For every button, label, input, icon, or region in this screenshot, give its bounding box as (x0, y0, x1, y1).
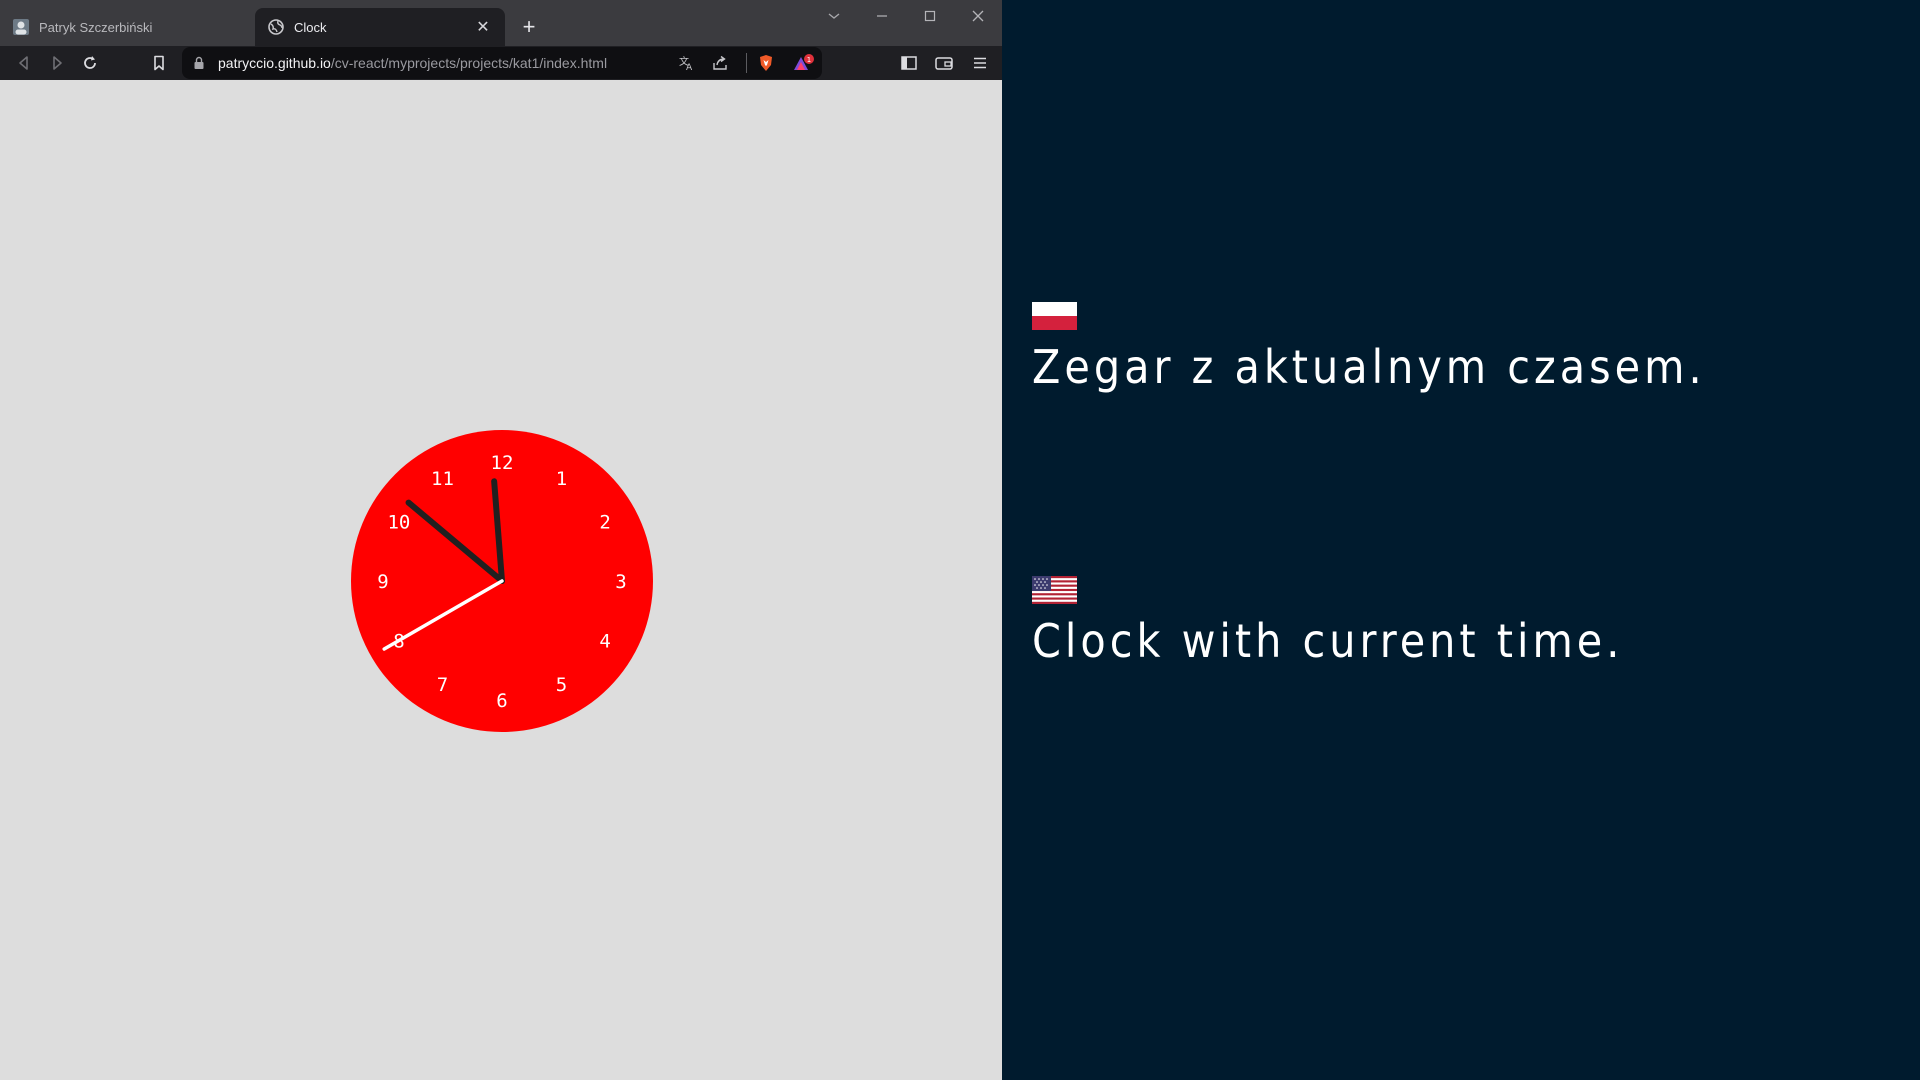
clock-number: 10 (387, 512, 410, 534)
clock-number: 12 (491, 452, 514, 474)
tab-clock[interactable]: Clock ✕ (255, 8, 505, 46)
url-text: patryccio.github.io/cv-react/myprojects/… (218, 55, 607, 71)
clock-number: 4 (599, 631, 610, 653)
navigation-toolbar: patryccio.github.io/cv-react/myprojects/… (0, 46, 1002, 80)
profile-favicon-icon (12, 18, 30, 36)
tab-title: Clock (294, 19, 327, 35)
new-tab-button[interactable]: + (516, 14, 542, 40)
tab-profile[interactable]: Patryk Szczerbiński (0, 8, 252, 46)
clock-number: 5 (556, 674, 567, 696)
clock-number: 3 (615, 571, 626, 593)
clock-number: 2 (599, 512, 610, 534)
translate-icon[interactable]: 文A (679, 55, 695, 74)
address-bar[interactable]: patryccio.github.io/cv-react/myprojects/… (182, 47, 822, 79)
wallet-icon[interactable] (932, 51, 956, 75)
share-icon[interactable] (712, 55, 728, 74)
minimize-icon[interactable] (862, 5, 902, 27)
sidebar-icon[interactable] (897, 51, 921, 75)
analog-clock: 121234567891011 (351, 430, 653, 732)
url-host: patryccio.github.io (218, 55, 331, 71)
tab-search-chevron-icon[interactable] (814, 5, 854, 27)
tab-bar: Patryk Szczerbiński Clock ✕ + (0, 0, 1002, 46)
clock-number: 6 (496, 690, 507, 712)
description-english: Clock with current time. (1032, 614, 1624, 668)
poland-flag-icon (1032, 302, 1077, 335)
notification-count: 1 (807, 56, 811, 64)
description-panel: Zegar z aktualnym czasem. Clock with cur… (1002, 0, 1920, 1080)
brave-shields-icon[interactable] (758, 54, 774, 75)
globe-icon (267, 18, 285, 36)
clock-number: 11 (431, 468, 454, 490)
clock-number: 1 (556, 468, 567, 490)
bookmark-icon[interactable] (147, 51, 171, 75)
forward-icon[interactable] (45, 51, 69, 75)
close-tab-icon[interactable]: ✕ (473, 17, 493, 37)
tab-title: Patryk Szczerbiński (39, 19, 153, 35)
lock-icon (193, 56, 205, 73)
url-path: /cv-react/myprojects/projects/kat1/index… (330, 55, 608, 71)
page-viewport: 121234567891011 (0, 80, 1002, 1080)
maximize-icon[interactable] (910, 5, 950, 27)
clock-number: 9 (377, 571, 388, 593)
description-polish: Zegar z aktualnym czasem. (1032, 340, 1706, 394)
back-icon[interactable] (12, 51, 36, 75)
usa-flag-icon (1032, 576, 1077, 609)
menu-icon[interactable] (968, 51, 992, 75)
brave-rewards-icon[interactable]: 1 (793, 54, 815, 75)
reload-icon[interactable] (78, 51, 102, 75)
close-window-icon[interactable] (958, 5, 998, 27)
svg-text:A: A (686, 63, 693, 71)
clock-number: 7 (437, 674, 448, 696)
browser-window: Patryk Szczerbiński Clock ✕ + patryccio.… (0, 0, 1002, 1080)
divider (746, 53, 747, 73)
